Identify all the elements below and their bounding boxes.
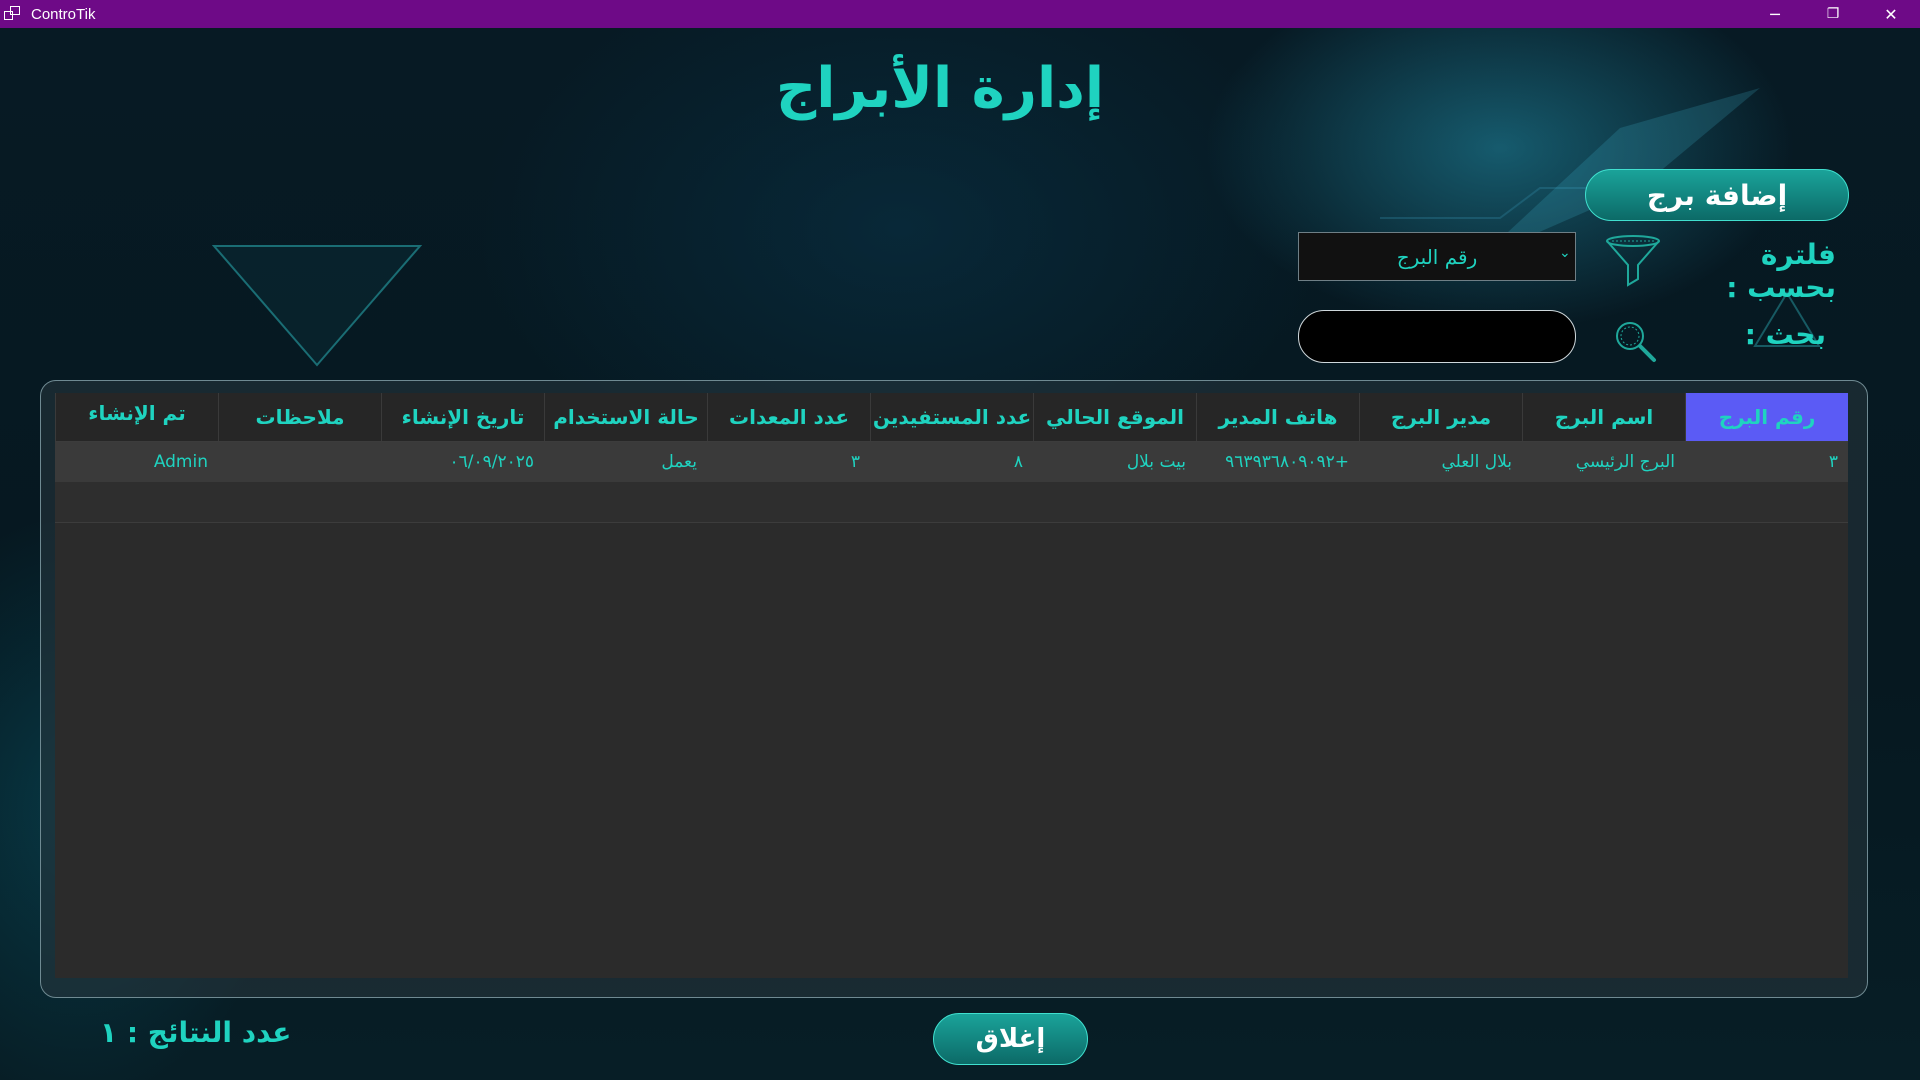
column-header[interactable]: هاتف المدير [1196,393,1359,441]
filter-select[interactable]: رقم البرج ⌄ [1298,232,1576,281]
table-cell: يعمل [661,452,697,472]
table-row[interactable]: ٣ البرج الرئيسي بلال العلي +٩٦٣٩٣٦٨٠٩٠٩٢… [55,442,1848,482]
table-cell: البرج الرئيسي [1575,452,1675,472]
window-titlebar: ControTik ─ ❐ ✕ [0,0,1920,28]
column-header[interactable]: رقم البرج [1685,393,1848,441]
table-cell: ٣ [850,452,860,472]
search-input[interactable] [1298,310,1576,363]
column-header[interactable]: الموقع الحالي [1033,393,1196,441]
column-header[interactable]: تم الإنشاء [55,393,218,441]
table-cell: بيت بلال [1126,452,1186,472]
search-label: بحث : [1744,318,1826,351]
minimize-button[interactable]: ─ [1746,0,1804,28]
add-tower-button[interactable]: إضافة برج [1585,169,1849,221]
table-cell: ٨ [1013,452,1023,472]
table-cell [218,442,381,482]
table-cell: ٠٦/٠٩/٢٠٢٥ [449,452,534,472]
chevron-down-icon: ⌄ [1559,245,1571,261]
filter-label: فلترة بحسب : [1726,238,1836,304]
column-header[interactable]: حالة الاستخدام [544,393,707,441]
restore-button[interactable]: ❐ [1804,0,1862,28]
towers-table[interactable]: رقم البرج اسم البرج مدير البرج هاتف المد… [55,393,1848,978]
column-header[interactable]: تاريخ الإنشاء [381,393,544,441]
filter-select-value: رقم البرج [1396,244,1478,269]
app-icon [4,6,22,22]
column-header[interactable]: اسم البرج [1522,393,1685,441]
table-cell: بلال العلي [1441,452,1512,472]
table-cell: ٣ [1828,452,1838,472]
table-cell: +٩٦٣٩٣٦٨٠٩٠٩٢ [1225,452,1349,472]
results-count: عدد النتائج : ١ [100,1016,292,1049]
column-header[interactable]: عدد المعدات [707,393,870,441]
window-title: ControTik [31,5,96,23]
filter-icon [1606,235,1660,287]
close-button[interactable]: إغلاق [933,1013,1088,1065]
close-window-button[interactable]: ✕ [1862,0,1920,28]
column-header[interactable]: عدد المستفيدين [870,393,1033,441]
decorative-triangle [212,245,422,367]
table-cell: Admin [153,452,208,472]
page-title: إدارة الأبراج [775,56,1105,121]
column-header[interactable]: مدير البرج [1359,393,1522,441]
table-row-empty[interactable] [55,482,1848,523]
column-header[interactable]: ملاحظات [218,393,381,441]
search-icon [1616,322,1656,362]
table-header: رقم البرج اسم البرج مدير البرج هاتف المد… [55,393,1848,441]
